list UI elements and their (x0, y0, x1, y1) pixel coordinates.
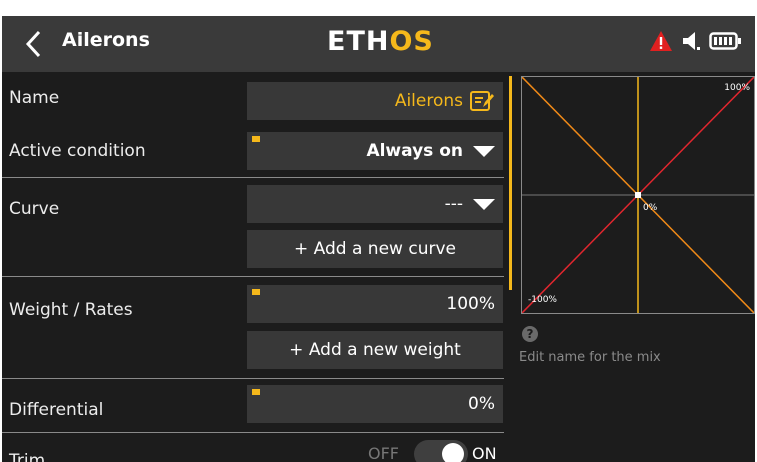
graph-bottom-left-label: -100% (528, 295, 557, 305)
trim-toggle[interactable] (414, 440, 468, 462)
trim-on-label: ON (472, 444, 497, 462)
name-value: Ailerons (394, 91, 463, 111)
separator (2, 378, 504, 379)
speaker-icon[interactable] (681, 30, 701, 52)
dropdown-arrow-icon (473, 198, 495, 210)
add-curve-button[interactable]: + Add a new curve (247, 230, 503, 268)
differential-label: Differential (9, 400, 104, 420)
status-icons (649, 30, 743, 52)
help-icon[interactable]: ? (522, 326, 538, 342)
separator (2, 276, 504, 277)
back-button[interactable] (12, 22, 56, 66)
active-condition-dropdown[interactable]: Always on (247, 132, 503, 170)
back-chevron-icon (25, 30, 41, 58)
graph-center-label: 0% (643, 203, 658, 213)
curve-dropdown[interactable]: --- (247, 185, 503, 223)
help-text: Edit name for the mix (519, 350, 661, 365)
active-condition-label: Active condition (9, 141, 146, 161)
name-label: Name (9, 88, 60, 108)
battery-icon[interactable] (709, 30, 743, 52)
warning-icon[interactable] (649, 30, 673, 52)
name-field[interactable]: Ailerons (247, 82, 503, 120)
differential-value: 0% (468, 394, 495, 414)
separator (2, 432, 504, 433)
add-weight-button[interactable]: + Add a new weight (247, 331, 503, 369)
option-marker-icon (252, 389, 260, 395)
option-marker-icon (252, 136, 260, 142)
option-marker-icon (252, 289, 260, 295)
weight-value: 100% (446, 294, 495, 314)
trim-off-label: OFF (368, 444, 399, 462)
weight-label: Weight / Rates (9, 300, 133, 320)
curve-label: Curve (9, 199, 60, 219)
screen: Ailerons ETHOS Name Ailerons Active cond… (2, 16, 755, 462)
graph-top-right-label: 100% (724, 83, 750, 93)
page-title: Ailerons (62, 29, 150, 51)
center-point (635, 192, 641, 198)
toggle-knob (442, 443, 464, 462)
weight-field[interactable]: 100% (247, 285, 503, 323)
dropdown-arrow-icon (473, 145, 495, 157)
curve-graph-svg: 100% 0% -100% (522, 77, 754, 313)
differential-field[interactable]: 0% (247, 385, 503, 423)
scrollbar[interactable] (509, 76, 512, 290)
mix-settings-list[interactable]: Name Ailerons Active condition Always on… (2, 72, 504, 462)
separator (2, 177, 504, 178)
trim-label: Trim (9, 451, 46, 462)
header-bar: Ailerons ETHOS (2, 16, 755, 72)
curve-value: --- (444, 194, 463, 214)
ethos-logo: ETHOS (327, 26, 434, 57)
logo-prefix: ETH (327, 26, 390, 57)
active-condition-value: Always on (366, 141, 463, 161)
logo-accent: OS (389, 26, 434, 57)
curve-graph: 100% 0% -100% (521, 76, 755, 314)
edit-icon (470, 91, 494, 111)
